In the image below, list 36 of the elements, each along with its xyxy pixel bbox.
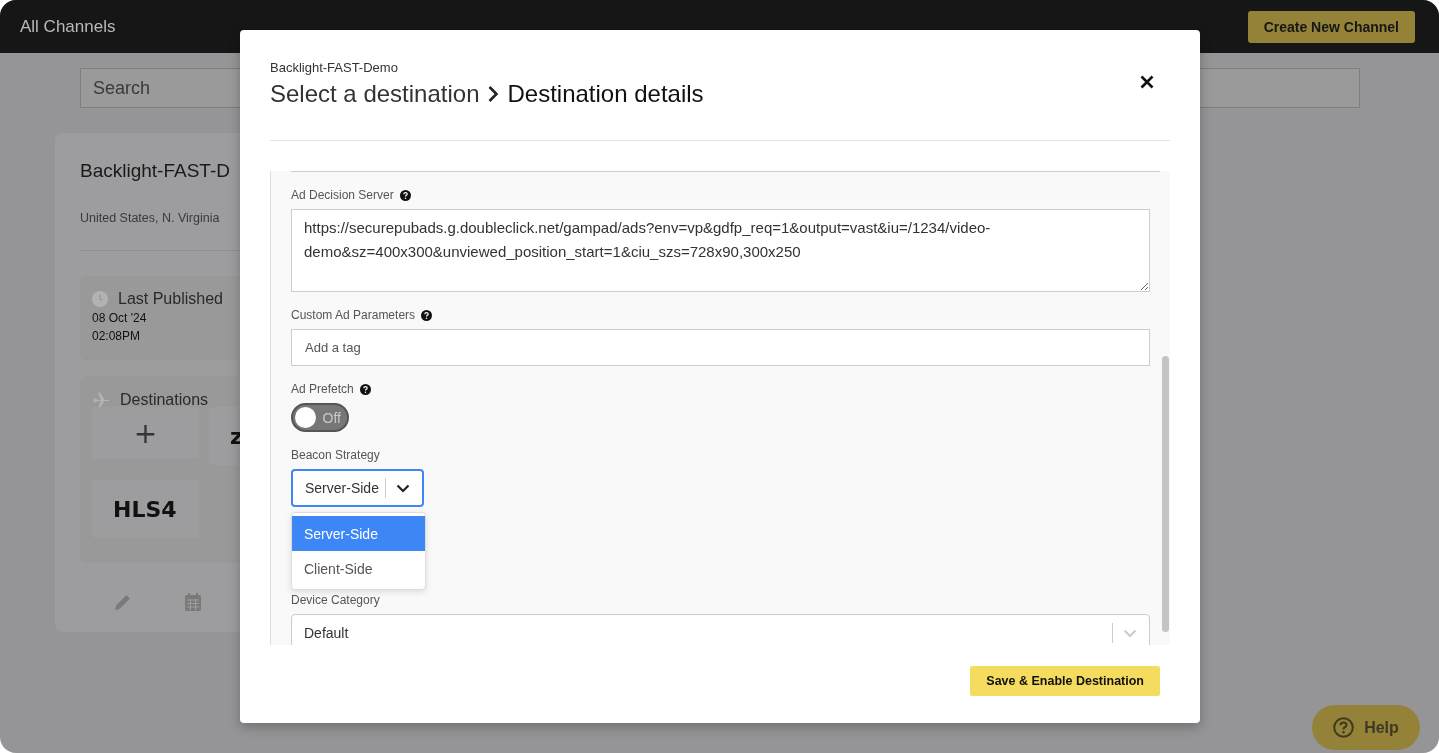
field-label: Beacon Strategy: [291, 448, 380, 462]
clock-icon: [92, 291, 108, 307]
field-label: Custom Ad Parameters: [291, 308, 416, 322]
chevron-down-icon: [396, 483, 410, 493]
dialog-title: Destination details: [507, 80, 704, 108]
dropdown-option[interactable]: Server-Side: [292, 516, 425, 551]
last-published-label: Last Published: [118, 290, 223, 308]
channel-title: Backlight-FAST-D: [80, 160, 231, 182]
published-date: 08 Oct '24: [92, 311, 147, 325]
dropdown-option[interactable]: Client-Side: [292, 551, 425, 586]
destination-tile[interactable]: HLS4: [92, 480, 199, 538]
field-label: Ad Decision Server: [291, 188, 394, 202]
field-label: Device Category: [291, 593, 380, 607]
help-icon[interactable]: [421, 309, 433, 321]
destinations-label: Destinations: [120, 391, 209, 409]
ad-server-url-field[interactable]: https://securepubads.g.doubleclick.net/gampad/ads?env=vp&gdfp_req=1&output=vast&iu=/1234/video-demo&sz=400x300&unviewed_position_start=1&ciu_szs=728x90,300x250: [291, 209, 1150, 292]
help-icon[interactable]: [399, 189, 411, 201]
page-title: All Channels: [20, 16, 116, 37]
scrollbar-thumb[interactable]: [1162, 356, 1169, 632]
close-button[interactable]: [1140, 75, 1154, 89]
select-field[interactable]: Server-Side: [291, 469, 424, 507]
create-channel-button[interactable]: Create New Channel: [1247, 10, 1415, 43]
field-label: Ad Prefetch: [291, 382, 354, 396]
chevron-down-icon: [1123, 628, 1137, 638]
channel-region: United States, N. Virginia: [80, 211, 221, 225]
breadcrumb: Backlight-FAST-Demo: [270, 60, 399, 75]
tag-input-field[interactable]: Add a tag: [291, 329, 1150, 366]
question-circle-icon: [1333, 717, 1355, 738]
select-field[interactable]: Default: [291, 614, 1150, 645]
help-icon[interactable]: [359, 383, 371, 395]
save-button[interactable]: Save & Enable Destination: [970, 666, 1160, 696]
airplane-icon: [92, 392, 110, 408]
add-destination-tile[interactable]: +: [92, 407, 199, 459]
step-title[interactable]: Select a destination: [270, 80, 480, 108]
published-time: 02:08PM: [92, 329, 141, 343]
chevron-right-icon: [487, 85, 500, 103]
